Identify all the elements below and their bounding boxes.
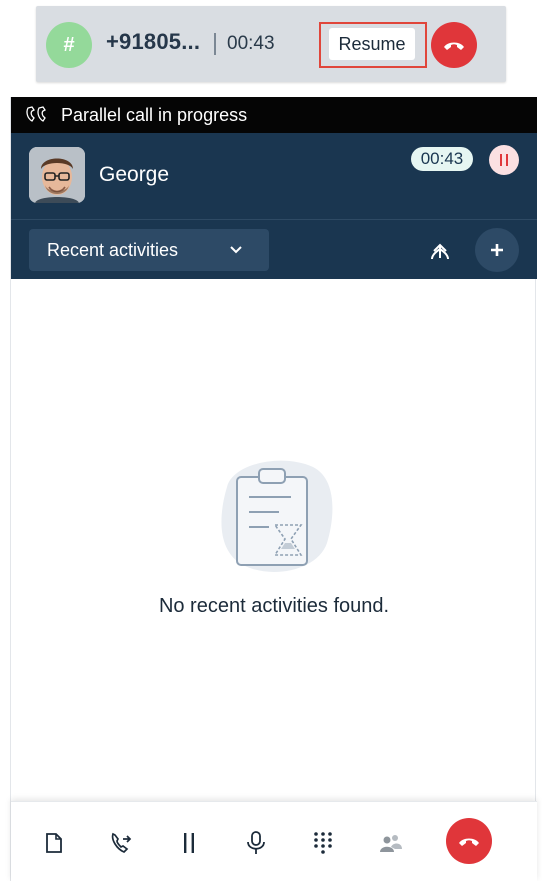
hangup-button[interactable] — [446, 818, 492, 864]
call-timer: 00:43 — [411, 147, 473, 171]
chevron-down-icon — [230, 246, 242, 254]
held-call-separator — [214, 33, 216, 55]
merge-icon[interactable] — [429, 238, 451, 262]
microphone-icon — [247, 831, 265, 854]
contact-photo — [29, 147, 85, 203]
conference-button[interactable] — [376, 828, 406, 858]
hold-icon — [184, 833, 194, 853]
held-call-bar: # +91805... 00:43 Resume — [36, 6, 506, 82]
held-call-number: +91805... — [106, 29, 201, 54]
conference-icon — [380, 835, 402, 852]
activities-dropdown[interactable]: Recent activities — [29, 229, 269, 271]
held-call-hangup-button[interactable] — [431, 22, 477, 68]
add-activity-button[interactable] — [475, 228, 519, 272]
held-call-timer: 00:43 — [227, 33, 275, 54]
dialpad-button[interactable] — [308, 828, 338, 858]
transfer-icon — [111, 832, 132, 854]
call-widget: Parallel call in progress George 00:43 R… — [10, 97, 537, 881]
hangup-icon — [444, 42, 464, 50]
contact-name: George — [99, 163, 170, 186]
parallel-call-icon — [26, 106, 46, 122]
hangup-icon — [459, 838, 479, 846]
clipboard-hourglass-icon — [213, 457, 337, 586]
dialpad-icon — [314, 832, 332, 854]
notes-button[interactable] — [39, 828, 69, 858]
plus-icon — [491, 244, 503, 256]
mute-button[interactable] — [241, 828, 271, 858]
call-toolbar — [11, 801, 537, 881]
transfer-button[interactable] — [106, 828, 136, 858]
activities-bar: Recent activities — [11, 219, 537, 279]
hold-button[interactable] — [174, 828, 204, 858]
held-call-avatar: # — [46, 22, 92, 68]
pause-icon — [500, 154, 508, 166]
parallel-call-text: Parallel call in progress — [61, 105, 248, 125]
notes-icon — [46, 833, 62, 853]
empty-state-message: No recent activities found. — [158, 595, 390, 617]
call-header: George 00:43 — [11, 133, 537, 219]
resume-button[interactable]: Resume — [329, 28, 415, 60]
avatar — [29, 147, 85, 203]
activities-dropdown-label: Recent activities — [47, 240, 179, 260]
parallel-call-banner: Parallel call in progress — [11, 97, 537, 133]
hold-indicator[interactable] — [489, 145, 519, 175]
